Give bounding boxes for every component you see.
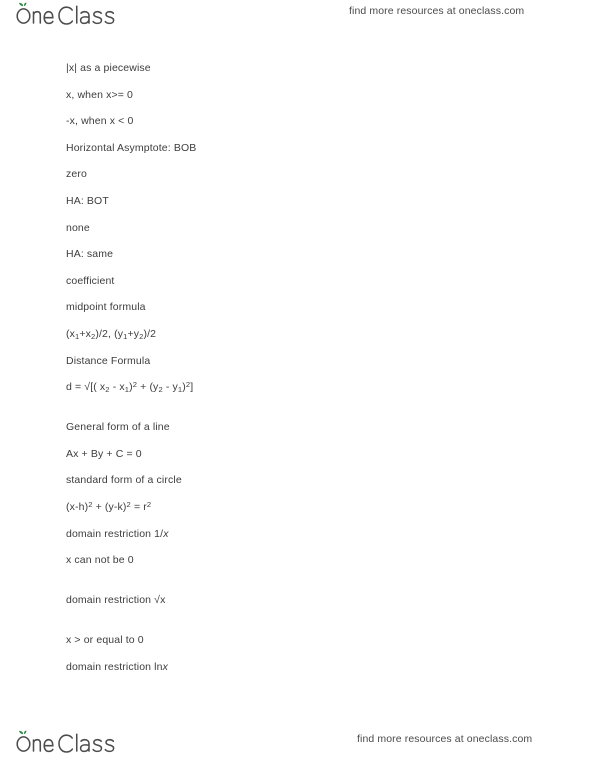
note-line-ha-same: HA: same — [66, 248, 114, 261]
note-line-domain-restriction-reciprocal: x can not be 0 — [66, 554, 134, 567]
note-line-standard-form-circle: (x-h)2 + (y-k)2 = r2 — [66, 499, 152, 513]
midpoint-formula-y-part: (y1+y2)/2 — [114, 327, 157, 342]
oneclass-wordmark-icon — [16, 730, 115, 753]
oneclass-logo-header[interactable] — [13, 2, 117, 28]
note-line-midpoint-formula: (x1+x2)/2, (y1+y2)/2 — [66, 328, 526, 341]
subscript-1: 1 — [177, 385, 183, 395]
variable-x: x — [160, 594, 166, 607]
note-line-piecewise-positive: x, when x>= 0 — [66, 88, 134, 101]
superscript-2: 2 — [146, 499, 152, 509]
footer-tagline: find more resources at oneclass.com — [357, 733, 533, 745]
note-line-domain-restriction-sqrt: x > or equal to 0 — [66, 634, 144, 647]
italic-variable-x: x — [162, 660, 168, 673]
note-line-general-form-line-label: General form of a line — [66, 421, 170, 434]
header-tagline: find more resources at oneclass.com — [349, 5, 525, 17]
page-header: find more resources at oneclass.com — [0, 0, 595, 40]
note-line-bot-answer: none — [66, 221, 90, 234]
note-line-distance-formula: d = √[( x2 - x1)2 + (y2 - y1)2] — [66, 379, 194, 395]
superscript-2: 2 — [185, 379, 191, 389]
note-line-bob-answer: zero — [66, 168, 87, 181]
superscript-2: 2 — [126, 499, 131, 509]
note-line-general-form-line: Ax + By + C = 0 — [66, 447, 142, 460]
note-line-domain-restriction-sqrt-label: domain restriction √x — [66, 594, 166, 607]
document-page: find more resources at oneclass.com |x| … — [0, 0, 595, 770]
italic-variable-x: x — [163, 527, 169, 540]
subscript-2: 2 — [158, 385, 163, 395]
superscript-2: 2 — [88, 499, 93, 509]
oneclass-logo-footer[interactable] — [13, 730, 117, 756]
note-line-standard-form-circle-label: standard form of a circle — [66, 474, 182, 487]
note-line-horizontal-asymptote-bob: Horizontal Asymptote: BOB — [66, 141, 197, 154]
page-footer: find more resources at oneclass.com — [0, 722, 595, 770]
note-line-midpoint-formula-label: midpoint formula — [66, 301, 146, 314]
note-line-ha-bot: HA: BOT — [66, 194, 109, 207]
midpoint-formula-x-part: (x1+x2)/2, — [66, 327, 112, 342]
note-line-domain-restriction-ln-label: domain restriction lnx — [66, 660, 168, 673]
note-line-same-answer: coefficient — [66, 274, 115, 287]
subscript-2: 2 — [105, 385, 110, 395]
subscript-1: 1 — [124, 385, 130, 395]
superscript-2: 2 — [132, 379, 138, 389]
subscript-2: 2 — [91, 332, 96, 342]
notes-body: |x| as a piecewise x, when x>= 0 -x, whe… — [66, 62, 526, 687]
note-line-abs-piecewise: |x| as a piecewise — [66, 62, 151, 74]
note-line-piecewise-negative: -x, when x < 0 — [66, 115, 134, 128]
subscript-1: 1 — [75, 332, 80, 342]
note-line-domain-restriction-reciprocal-label: domain restriction 1/x — [66, 527, 169, 540]
oneclass-wordmark-icon — [16, 2, 115, 25]
note-line-distance-formula-label: Distance Formula — [66, 354, 151, 367]
subscript-2: 2 — [139, 332, 144, 342]
subscript-1: 1 — [123, 332, 128, 342]
